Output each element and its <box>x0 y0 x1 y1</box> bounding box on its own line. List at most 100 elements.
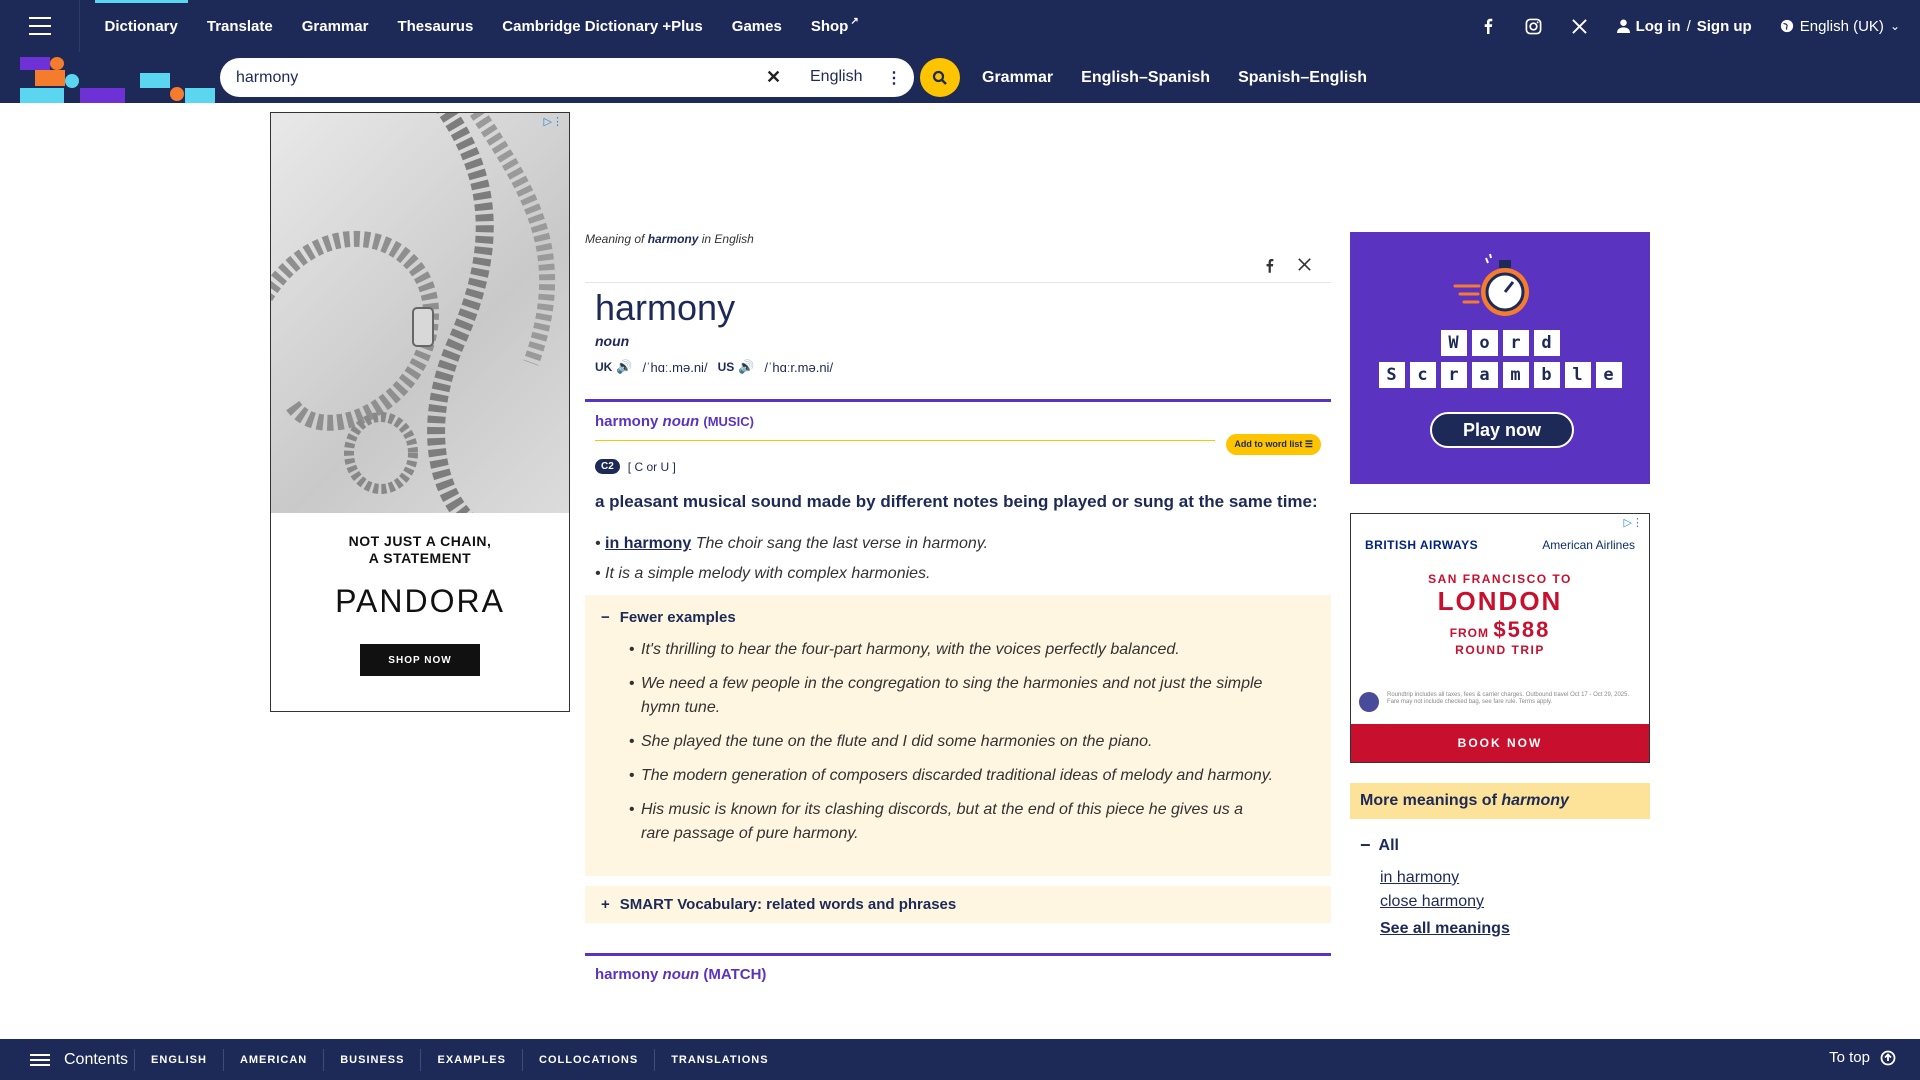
hamburger-icon <box>28 14 51 38</box>
tab-translations[interactable]: TRANSLATIONS <box>654 1048 784 1071</box>
top-nav: Dictionary Translate Grammar Thesaurus C… <box>0 0 1920 52</box>
example-item: • It is a simple melody with complex har… <box>595 565 931 582</box>
search-link-spanish-english[interactable]: Spanish–English <box>1238 69 1367 87</box>
adchoices-icon[interactable]: ▷⋮ <box>1624 516 1643 529</box>
pandora-ad[interactable]: ▷⋮ NOT JUST A CHAIN, A STATEMENT PANDORA… <box>270 112 570 712</box>
add-to-word-list-button[interactable]: Add to word list ☰ <box>1226 434 1321 455</box>
plus-icon: + <box>601 896 610 913</box>
nav-translate[interactable]: Translate <box>207 0 273 52</box>
tab-collocations[interactable]: COLLOCATIONS <box>522 1048 654 1071</box>
search-input[interactable] <box>236 68 756 87</box>
next-sense-word: harmony <box>595 966 659 983</box>
letter-tile: c <box>1409 362 1436 388</box>
globe-icon <box>1780 19 1793 33</box>
external-link-icon: ↗ <box>850 15 859 27</box>
sense-heading: harmony noun (MUSIC) <box>595 413 1321 430</box>
nav-shop[interactable]: Shop ↗ <box>811 0 859 52</box>
definition: a pleasant musical sound made by differe… <box>595 492 1318 511</box>
us-audio-icon[interactable]: 🔊 <box>738 359 754 375</box>
next-sense-guide: (MATCH) <box>703 966 767 983</box>
uk-audio-icon[interactable]: 🔊 <box>616 359 632 375</box>
nav-grammar[interactable]: Grammar <box>302 0 369 52</box>
word-scramble-ad[interactable]: W o r d S c r a m b l e Play now <box>1350 232 1650 484</box>
examples: • in harmony The choir sang the last ver… <box>595 535 1321 583</box>
more-example-item: She played the tune on the flute and I d… <box>629 730 1315 754</box>
facebook-icon[interactable] <box>1479 17 1497 35</box>
example-item: • in harmony The choir sang the last ver… <box>595 535 989 552</box>
minus-icon: − <box>601 609 610 626</box>
login-link[interactable]: Log in <box>1636 18 1681 35</box>
arrow-up-icon <box>1880 1050 1896 1065</box>
fewer-examples-toggle[interactable]: − Fewer examples <box>601 609 1315 626</box>
smart-vocabulary-toggle[interactable]: + SMART Vocabulary: related words and phr… <box>585 886 1331 923</box>
share-x-icon[interactable] <box>1298 258 1311 278</box>
letter-tile: l <box>1564 362 1591 388</box>
x-icon[interactable] <box>1571 17 1589 35</box>
ad-trip: ROUND TRIP <box>1455 643 1545 657</box>
meaning-suffix: in English <box>701 232 754 246</box>
meaning-link-close-harmony[interactable]: close harmony <box>1380 890 1650 914</box>
contents-menu-icon[interactable] <box>30 1053 50 1066</box>
letter-tile: d <box>1533 330 1560 356</box>
language-selector[interactable]: English (UK) ⌄ <box>1780 18 1900 35</box>
search-link-grammar[interactable]: Grammar <box>982 69 1053 87</box>
shop-now-button[interactable]: SHOP NOW <box>360 644 480 676</box>
nav-dictionary[interactable]: Dictionary <box>94 0 189 52</box>
clear-search-icon[interactable]: ✕ <box>766 67 781 88</box>
cambridge-logo[interactable] <box>0 52 215 103</box>
login-signup[interactable]: Log in / Sign up <box>1616 18 1752 35</box>
to-top-button[interactable]: To top <box>1829 1049 1896 1066</box>
search-button[interactable] <box>920 58 960 97</box>
nav-games[interactable]: Games <box>732 0 782 52</box>
more-example-item: It's thrilling to hear the four-part har… <box>629 638 1315 662</box>
sense-word: harmony <box>595 413 659 430</box>
jewellery-image: ▷⋮ <box>271 113 569 513</box>
meaning-link-in-harmony[interactable]: in harmony <box>1380 866 1650 890</box>
search-link-english-spanish[interactable]: English–Spanish <box>1081 69 1210 87</box>
tab-american[interactable]: AMERICAN <box>222 1048 323 1071</box>
dictionary-select[interactable]: English <box>810 68 862 86</box>
share-facebook-icon[interactable] <box>1265 258 1274 278</box>
nav-thesaurus[interactable]: Thesaurus <box>397 0 473 52</box>
adchoices-icon[interactable]: ▷⋮ <box>544 115 563 128</box>
letter-tile: W <box>1440 330 1467 356</box>
chevron-down-icon: ⌄ <box>1889 19 1900 33</box>
instagram-icon[interactable] <box>1525 17 1543 35</box>
ad-brand: PANDORA <box>335 583 505 619</box>
contents-button[interactable]: Contents <box>64 1051 128 1069</box>
menu-button[interactable] <box>0 0 80 52</box>
play-now-button[interactable]: Play now <box>1430 412 1574 448</box>
tab-examples[interactable]: EXAMPLES <box>420 1048 522 1071</box>
ad-tagline: NOT JUST A CHAIN, A STATEMENT <box>271 533 569 567</box>
nav-plus[interactable]: Cambridge Dictionary +Plus <box>502 0 702 52</box>
add-to-word-list-label: Add to word list <box>1234 439 1303 449</box>
more-examples-box: −Fewer examples It's thrilling to hear t… <box>585 595 1331 876</box>
more-example-item: The modern generation of composers disca… <box>629 764 1315 788</box>
all-toggle[interactable]: − All <box>1360 835 1640 856</box>
uk-ipa: /ˈhɑː.mə.ni/ <box>642 359 708 375</box>
nav-shop-label: Shop <box>810 17 849 35</box>
to-top-label: To top <box>1829 1049 1870 1066</box>
fewer-examples-label: Fewer examples <box>619 609 736 626</box>
ad-tagline-2: A STATEMENT <box>368 550 472 566</box>
meaning-word: harmony <box>647 232 699 246</box>
example-text: It is a simple melody with complex harmo… <box>605 565 931 582</box>
signup-link[interactable]: Sign up <box>1697 18 1752 35</box>
ad-from: FROM <box>1449 626 1490 640</box>
bottom-bar: Contents ENGLISH AMERICAN BUSINESS EXAMP… <box>0 1039 1920 1080</box>
tab-english[interactable]: ENGLISH <box>134 1048 223 1071</box>
see-all-meanings-link[interactable]: See all meanings <box>1380 920 1650 938</box>
letter-tile: a <box>1471 362 1498 388</box>
british-airways-logo: BRITISH AIRWAYS <box>1365 538 1479 552</box>
book-now-button[interactable]: BOOK NOW <box>1351 724 1649 762</box>
phrase-link[interactable]: in harmony <box>605 535 691 552</box>
airline-ad[interactable]: ▷⋮ BRITISH AIRWAYS American Airlines SAN… <box>1350 513 1650 763</box>
oneworld-logo <box>1359 692 1379 712</box>
tab-business[interactable]: BUSINESS <box>323 1048 420 1071</box>
letter-tile: m <box>1502 362 1529 388</box>
headword: harmony <box>595 287 736 328</box>
pronunciation: UK 🔊 /ˈhɑː.mə.ni/ US 🔊 /ˈhɑːr.mə.ni/ <box>595 359 1331 375</box>
word-scramble-tiles: W o r d S c r a m b l e <box>1350 330 1650 388</box>
more-options-icon[interactable]: ⋮ <box>886 68 902 88</box>
letter-tile: b <box>1533 362 1560 388</box>
